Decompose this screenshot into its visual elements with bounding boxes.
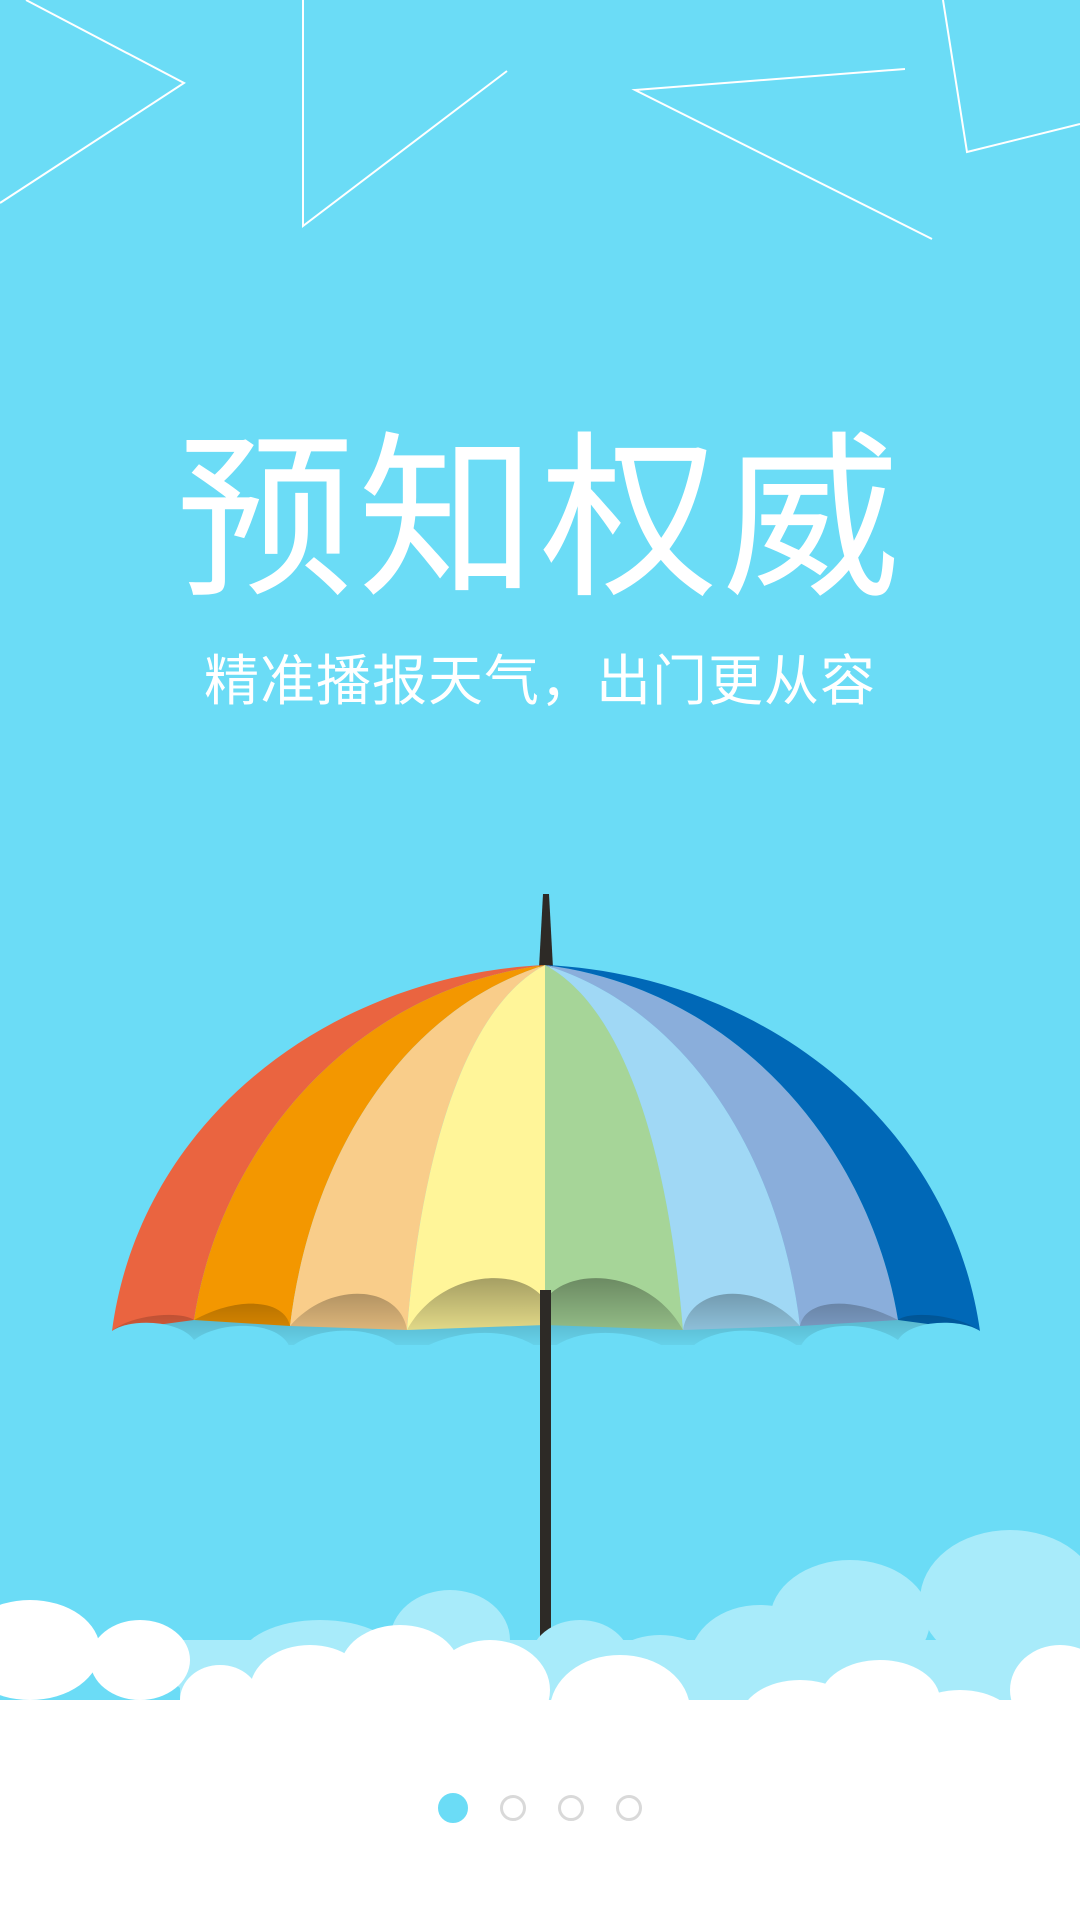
page-dot-4[interactable]	[616, 1795, 642, 1821]
page-dot-3[interactable]	[558, 1795, 584, 1821]
page-subtitle: 精准播报天气，出门更从容	[203, 649, 876, 713]
umbrella-tip	[539, 894, 553, 968]
decorative-lines	[0, 0, 1080, 240]
page-title: 预知权威	[176, 416, 904, 623]
onboarding-screen[interactable]: 预知权威 精准播报天气，出门更从容	[0, 0, 1080, 1920]
page-dot-1[interactable]	[438, 1793, 468, 1823]
cloud-layer	[0, 1530, 1080, 1920]
page-indicator	[0, 1791, 1080, 1825]
page-dot-2[interactable]	[500, 1795, 526, 1821]
